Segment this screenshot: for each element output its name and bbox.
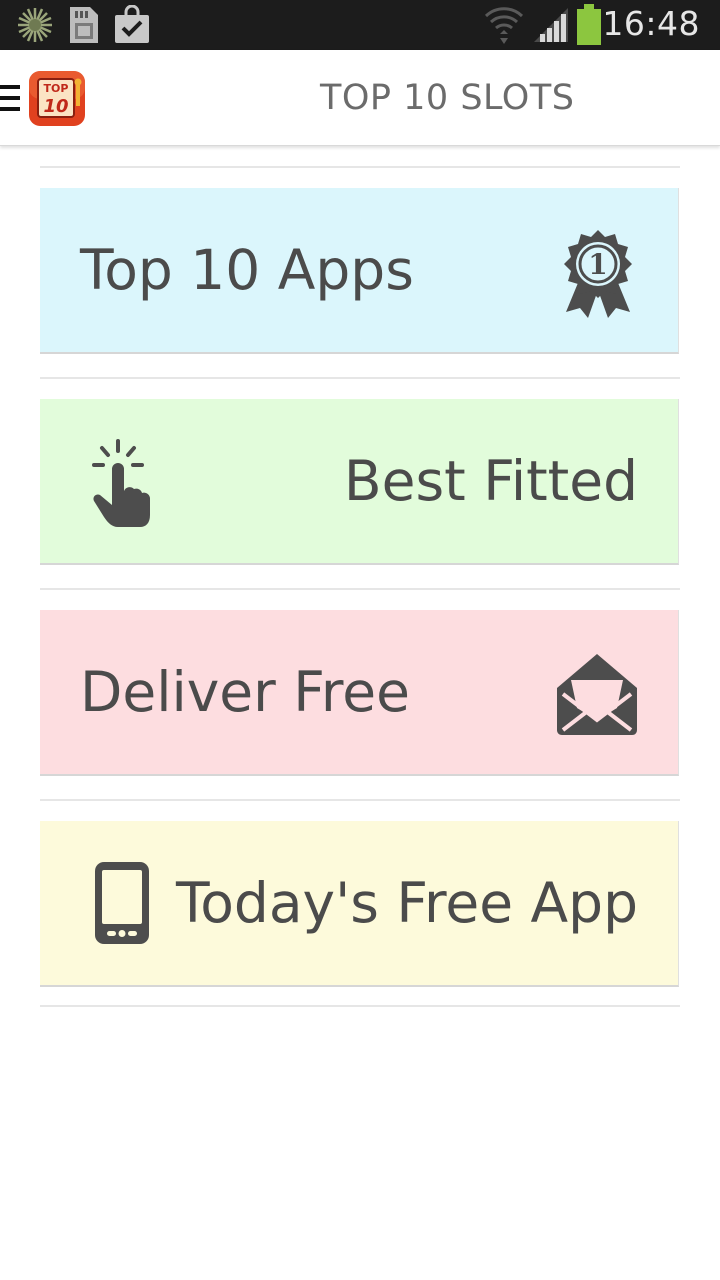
menu-card-todays-free-app[interactable]: Today's Free App <box>40 821 679 987</box>
open-envelope-icon <box>557 654 637 735</box>
mobile-phone-icon <box>95 862 149 944</box>
sun-burst-icon <box>18 8 52 42</box>
menu-card-best-fitted[interactable]: Best Fitted <box>40 399 679 565</box>
card-label: Best Fitted <box>343 449 638 513</box>
logo-text-bottom: 10 <box>43 96 68 117</box>
status-time: 16:48 <box>602 4 700 43</box>
card-label: Deliver Free <box>80 660 410 724</box>
hand-tap-icon <box>92 439 151 527</box>
divider <box>40 1005 680 1007</box>
page-title: TOP 10 SLOTS <box>320 78 575 118</box>
logo-text-top: TOP <box>44 82 69 95</box>
action-bar: TOP 10 TOP 10 SLOTS <box>0 50 720 146</box>
award-ribbon-icon: 1 <box>564 230 632 318</box>
divider <box>40 377 680 379</box>
divider <box>40 799 680 801</box>
app-logo[interactable]: TOP 10 <box>28 70 86 127</box>
shopping-bag-icon <box>115 5 149 43</box>
menu-card-deliver-free[interactable]: Deliver Free <box>40 610 679 776</box>
sd-card-icon <box>70 7 98 43</box>
divider <box>40 166 680 168</box>
award-number: 1 <box>588 248 607 281</box>
status-bar: 16:48 <box>0 0 720 50</box>
wifi-icon <box>484 7 524 44</box>
card-label: Today's Free App <box>176 871 638 935</box>
battery-icon <box>577 4 601 45</box>
menu-card-top-10-apps[interactable]: Top 10 Apps 1 <box>40 188 679 354</box>
signal-icon <box>534 8 568 42</box>
hamburger-menu-icon[interactable] <box>0 85 22 113</box>
divider <box>40 588 680 590</box>
card-label: Top 10 Apps <box>80 238 414 302</box>
